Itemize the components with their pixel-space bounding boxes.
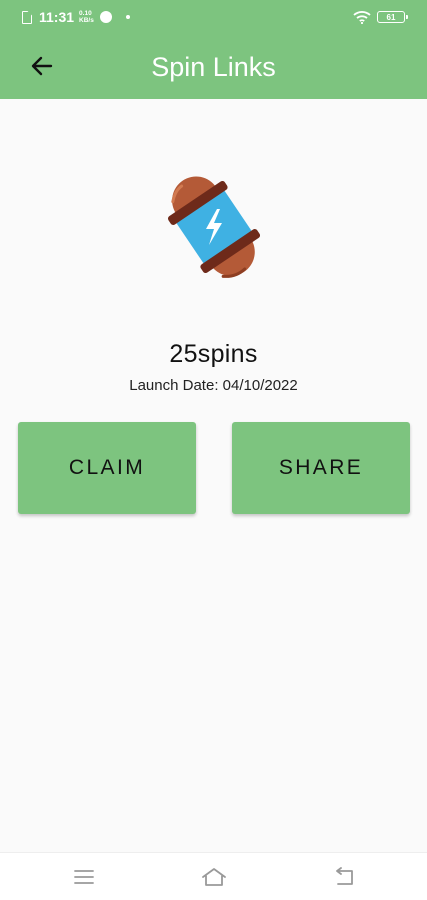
network-speed: 0.10 KB/s [79, 10, 94, 24]
menu-icon [74, 870, 94, 884]
back-icon [336, 867, 353, 885]
app-bar: Spin Links [0, 34, 427, 99]
nav-back-button[interactable] [330, 865, 358, 889]
spin-energy-capsule-icon [167, 176, 261, 278]
status-left: 11:31 0.10 KB/s [22, 8, 130, 26]
wifi-icon [353, 11, 371, 24]
navigation-bar [0, 852, 427, 900]
share-button[interactable]: SHARE [232, 422, 410, 514]
app-notification-icon [99, 11, 112, 23]
status-time: 11:31 [39, 9, 75, 25]
sim-icon [22, 10, 32, 24]
nav-home-button[interactable] [200, 865, 228, 889]
status-bar: 11:31 0.10 KB/s 61 [0, 0, 427, 34]
claim-button[interactable]: CLAIM [18, 422, 196, 514]
home-icon [202, 868, 226, 886]
launch-date-row: Launch Date: 04/10/2022 [0, 377, 427, 394]
battery-icon: 61 [377, 11, 408, 23]
launch-date-value: 04/10/2022 [222, 377, 298, 394]
battery-level: 61 [386, 12, 396, 22]
spin-title: 25spins [169, 340, 258, 368]
dot-icon [125, 15, 130, 19]
nav-menu-button[interactable] [70, 865, 98, 889]
page-title: Spin Links [151, 52, 276, 82]
network-speed-unit: KB/s [79, 17, 94, 24]
network-speed-value: 0.10 [79, 10, 92, 17]
launch-date-label: Launch Date: [129, 377, 219, 394]
status-right: 61 [353, 8, 408, 26]
